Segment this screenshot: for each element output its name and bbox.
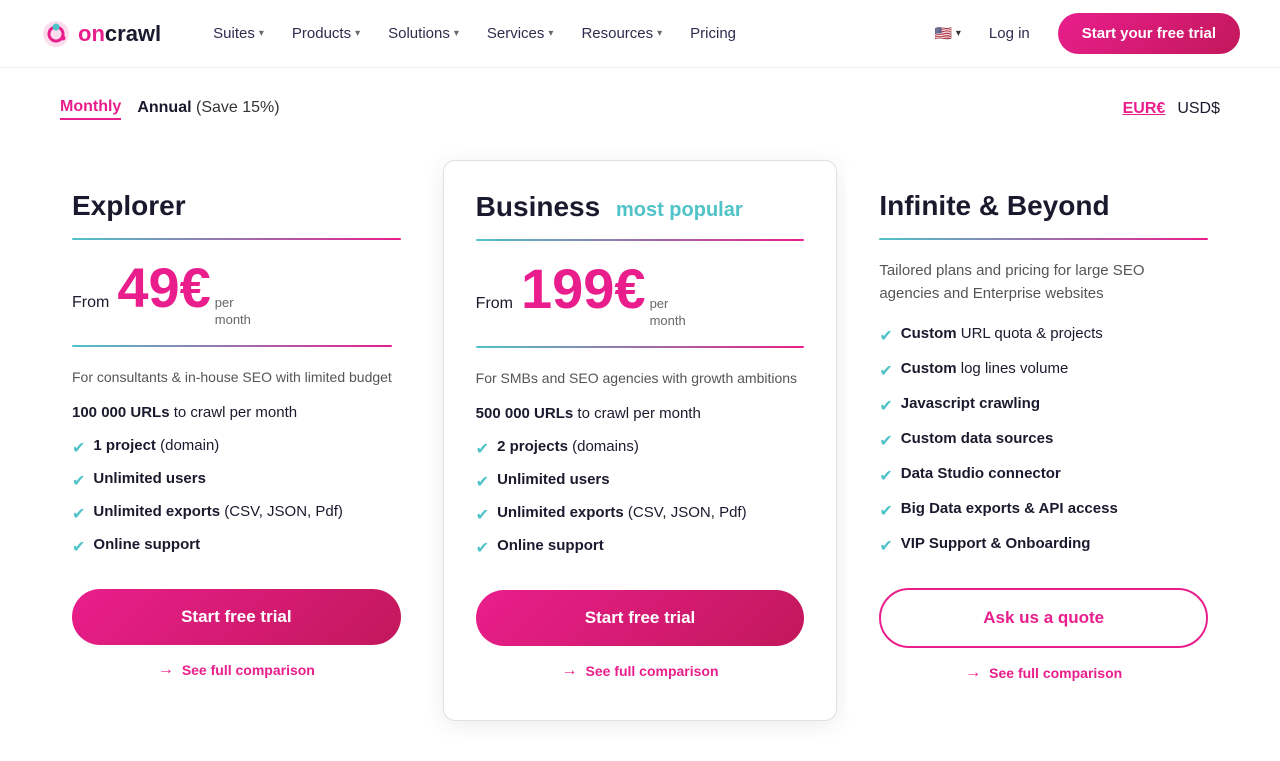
list-item: ✔ Online support xyxy=(476,537,805,558)
check-icon: ✔ xyxy=(879,501,892,521)
business-divider xyxy=(476,239,805,241)
billing-toggle: Monthly Annual (Save 15%) EUR€ USD$ xyxy=(0,78,1280,140)
nav-resources[interactable]: Resources ▾ xyxy=(569,17,674,50)
business-price-row: From 199€ per month xyxy=(476,261,805,330)
infinite-plan-card: Infinite & Beyond Tailored plans and pri… xyxy=(847,160,1240,721)
nav-actions: 🇺🇸 🇺🇸 ▾ Log in Start your free trial xyxy=(934,13,1240,54)
business-url-count: 500 000 URLs xyxy=(476,405,574,422)
arrow-icon: → xyxy=(561,662,577,680)
flag-icon: 🇺🇸 xyxy=(934,25,951,42)
chevron-down-icon: ▾ xyxy=(956,28,961,39)
explorer-divider-2 xyxy=(72,345,392,347)
list-item: ✔ Custom URL quota & projects xyxy=(879,325,1208,346)
business-price-from: From xyxy=(476,295,513,313)
eur-currency[interactable]: EUR€ xyxy=(1123,100,1166,118)
navbar: oncrawl Suites ▾ Products ▾ Solutions ▾ … xyxy=(0,0,1280,68)
nav-products[interactable]: Products ▾ xyxy=(280,17,372,50)
check-icon: ✔ xyxy=(72,504,85,524)
business-start-trial-button[interactable]: Start free trial xyxy=(476,590,805,646)
infinite-divider xyxy=(879,238,1208,240)
nav-pricing[interactable]: Pricing xyxy=(678,17,748,50)
explorer-features: ✔ 1 project (domain) ✔ Unlimited users ✔… xyxy=(72,437,401,557)
check-icon: ✔ xyxy=(879,361,892,381)
explorer-plan-title: Explorer xyxy=(72,190,401,222)
business-url-info: 500 000 URLs to crawl per month xyxy=(476,405,805,422)
language-selector[interactable]: 🇺🇸 🇺🇸 ▾ xyxy=(934,25,960,42)
chevron-down-icon: ▾ xyxy=(657,28,662,39)
check-icon: ✔ xyxy=(72,471,85,491)
infinite-comparison-link[interactable]: → See full comparison xyxy=(879,664,1208,682)
business-divider-2 xyxy=(476,346,805,348)
business-comparison-link[interactable]: → See full comparison xyxy=(476,662,805,680)
explorer-price-row: From 49€ per month xyxy=(72,260,401,329)
list-item: ✔ Javascript crawling xyxy=(879,395,1208,416)
logo[interactable]: oncrawl xyxy=(40,18,161,50)
explorer-price-amount: 49€ xyxy=(117,260,210,316)
arrow-icon: → xyxy=(965,664,981,682)
login-button[interactable]: Log in xyxy=(977,17,1042,50)
arrow-icon: → xyxy=(158,661,174,679)
explorer-url-desc: to crawl per month xyxy=(174,404,297,421)
business-price-period: per month xyxy=(650,296,686,330)
infinite-plan-title: Infinite & Beyond xyxy=(879,190,1208,222)
business-features: ✔ 2 projects (domains) ✔ Unlimited users… xyxy=(476,438,805,558)
business-plan-title: Business most popular xyxy=(476,191,805,223)
explorer-comparison-link[interactable]: → See full comparison xyxy=(72,661,401,679)
annual-option[interactable]: Annual (Save 15%) xyxy=(137,99,279,119)
check-icon: ✔ xyxy=(879,466,892,486)
list-item: ✔ 1 project (domain) xyxy=(72,437,401,458)
chevron-down-icon: ▾ xyxy=(548,28,553,39)
explorer-divider xyxy=(72,238,401,240)
list-item: ✔ VIP Support & Onboarding xyxy=(879,535,1208,556)
nav-links: Suites ▾ Products ▾ Solutions ▾ Services… xyxy=(201,17,934,50)
chevron-down-icon: ▾ xyxy=(355,28,360,39)
list-item: ✔ Custom data sources xyxy=(879,430,1208,451)
popular-tag: most popular xyxy=(616,199,743,221)
check-icon: ✔ xyxy=(879,326,892,346)
explorer-price-from: From xyxy=(72,294,109,312)
list-item: ✔ Online support xyxy=(72,536,401,557)
business-plan-card: Business most popular From 199€ per mont… xyxy=(443,160,838,721)
list-item: ✔ Unlimited exports (CSV, JSON, Pdf) xyxy=(72,503,401,524)
list-item: ✔ Data Studio connector xyxy=(879,465,1208,486)
nav-services[interactable]: Services ▾ xyxy=(475,17,566,50)
business-desc: For SMBs and SEO agencies with growth am… xyxy=(476,368,805,389)
infinite-quote-button[interactable]: Ask us a quote xyxy=(879,588,1208,648)
check-icon: ✔ xyxy=(879,431,892,451)
check-icon: ✔ xyxy=(879,536,892,556)
chevron-down-icon: ▾ xyxy=(454,28,459,39)
check-icon: ✔ xyxy=(879,396,892,416)
explorer-start-trial-button[interactable]: Start free trial xyxy=(72,589,401,645)
explorer-plan-card: Explorer From 49€ per month For consulta… xyxy=(40,160,433,721)
explorer-url-info: 100 000 URLs to crawl per month xyxy=(72,404,401,421)
check-icon: ✔ xyxy=(476,472,489,492)
infinite-desc: Tailored plans and pricing for large SEO… xyxy=(879,260,1208,305)
billing-options: Monthly Annual (Save 15%) xyxy=(60,98,280,120)
explorer-url-count: 100 000 URLs xyxy=(72,404,170,421)
infinite-features: ✔ Custom URL quota & projects ✔ Custom l… xyxy=(879,325,1208,556)
check-icon: ✔ xyxy=(72,438,85,458)
check-icon: ✔ xyxy=(476,505,489,525)
pricing-section: Explorer From 49€ per month For consulta… xyxy=(0,140,1280,761)
check-icon: ✔ xyxy=(72,537,85,557)
usd-currency[interactable]: USD$ xyxy=(1177,100,1220,118)
list-item: ✔ Custom log lines volume xyxy=(879,360,1208,381)
business-price-amount: 199€ xyxy=(521,261,646,317)
check-icon: ✔ xyxy=(476,439,489,459)
explorer-price-period: per month xyxy=(215,295,251,329)
check-icon: ✔ xyxy=(476,538,489,558)
list-item: ✔ Unlimited users xyxy=(476,471,805,492)
explorer-desc: For consultants & in-house SEO with limi… xyxy=(72,367,401,388)
nav-suites[interactable]: Suites ▾ xyxy=(201,17,276,50)
list-item: ✔ Big Data exports & API access xyxy=(879,500,1208,521)
nav-solutions[interactable]: Solutions ▾ xyxy=(376,17,471,50)
list-item: ✔ Unlimited exports (CSV, JSON, Pdf) xyxy=(476,504,805,525)
currency-options: EUR€ USD$ xyxy=(1123,100,1220,118)
list-item: ✔ 2 projects (domains) xyxy=(476,438,805,459)
chevron-down-icon: ▾ xyxy=(259,28,264,39)
business-url-desc: to crawl per month xyxy=(577,405,700,422)
start-trial-button[interactable]: Start your free trial xyxy=(1058,13,1240,54)
list-item: ✔ Unlimited users xyxy=(72,470,401,491)
monthly-option[interactable]: Monthly xyxy=(60,98,121,120)
